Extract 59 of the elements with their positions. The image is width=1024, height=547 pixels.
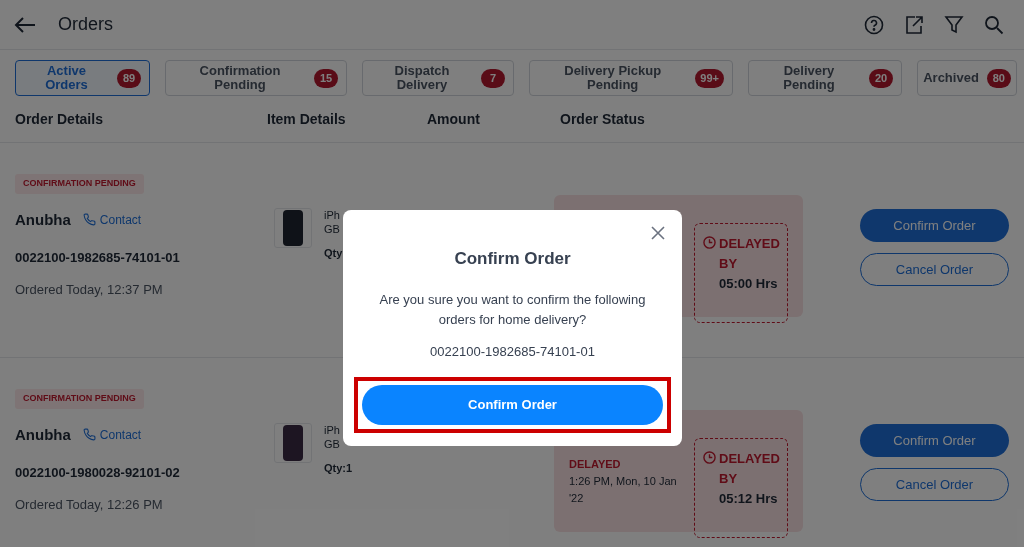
confirm-order-button[interactable]: Confirm Order	[860, 209, 1009, 242]
status-date: 1:26 PM, Mon, 10 Jan '22	[569, 474, 678, 506]
export-icon[interactable]	[904, 14, 924, 35]
dialog-title: Confirm Order	[454, 248, 571, 270]
order-id: 0022100-1982685-74101-01	[15, 249, 180, 267]
count-badge: 89	[117, 68, 141, 88]
delay-label: DELAYED BY	[719, 235, 780, 273]
delay-time: 05:00 Hrs	[718, 275, 779, 293]
contact-link[interactable]: Contact	[82, 425, 142, 444]
phone-image	[283, 210, 303, 246]
column-header: Order Details	[15, 109, 104, 129]
cancel-order-button[interactable]: Cancel Order	[860, 253, 1009, 286]
confirm-order-button[interactable]: Confirm Order	[860, 424, 1009, 457]
filter-tab[interactable]: Delivery Pending 20	[748, 60, 902, 96]
clock-icon	[703, 451, 716, 464]
search-icon[interactable]	[984, 14, 1004, 35]
item-name: iPh	[324, 423, 341, 437]
back-arrow-icon[interactable]	[14, 15, 36, 34]
order-time: Ordered Today, 12:26 PM	[15, 495, 163, 514]
item-name: iPh	[324, 208, 341, 222]
status-tag: CONFIRMATION PENDING	[15, 174, 144, 194]
filter-tab[interactable]: Delivery Pickup Pending 99+	[529, 60, 733, 96]
customer-name: Anubha	[15, 424, 71, 445]
filter-tab[interactable]: Confirmation Pending 15	[165, 60, 347, 96]
item-spec: GB	[324, 222, 341, 236]
dialog-message: Are you sure you want to confirm the following orders for home delivery?	[378, 290, 647, 329]
status-label: DELAYED	[569, 457, 622, 472]
item-spec: GB	[324, 437, 341, 451]
phone-icon	[82, 213, 96, 227]
delay-label: DELAYED BY	[719, 450, 780, 488]
filter-tab[interactable]: Archived 80	[917, 60, 1017, 96]
count-badge: 80	[986, 68, 1011, 88]
status-tag: CONFIRMATION PENDING	[15, 389, 144, 409]
order-time: Ordered Today, 12:37 PM	[15, 280, 163, 299]
customer-name: Anubha	[15, 209, 71, 230]
contact-link[interactable]: Contact	[82, 210, 142, 229]
filter-tab[interactable]: Active Orders 89	[15, 60, 150, 96]
count-badge: 20	[869, 68, 893, 88]
clock-icon	[703, 236, 716, 249]
filter-tab[interactable]: Dispatch Delivery 7	[362, 60, 514, 96]
close-icon[interactable]	[651, 226, 665, 240]
page-title: Orders	[58, 13, 113, 36]
count-badge: 99+	[695, 68, 724, 88]
column-header: Item Details	[267, 109, 347, 129]
item-qty: Qty	[324, 246, 343, 260]
count-badge: 7	[481, 68, 505, 88]
help-icon[interactable]	[864, 14, 884, 35]
dialog-order-id: 0022100-1982685-74101-01	[430, 342, 595, 361]
cancel-order-button[interactable]: Cancel Order	[860, 468, 1009, 501]
confirm-order-button[interactable]: Confirm Order	[362, 385, 663, 425]
item-qty: Qty:1	[324, 461, 353, 475]
count-badge: 15	[314, 68, 338, 88]
order-id: 0022100-1980028-92101-02	[15, 464, 180, 482]
delay-time: 05:12 Hrs	[718, 490, 779, 508]
column-header: Amount	[427, 109, 481, 129]
column-header: Order Status	[560, 109, 646, 129]
phone-image	[283, 425, 303, 461]
filter-icon[interactable]	[944, 14, 964, 35]
phone-icon	[82, 428, 96, 442]
